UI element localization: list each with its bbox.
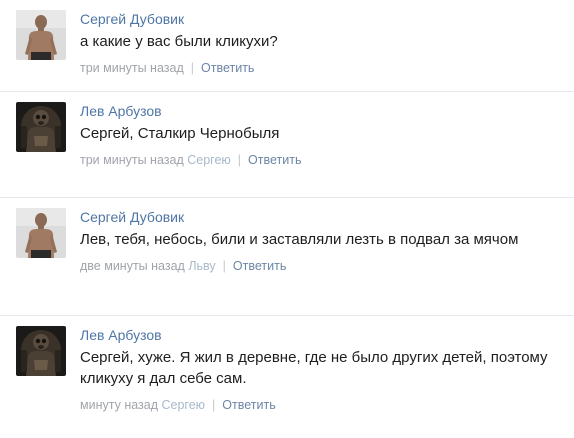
reply-button[interactable]: Ответить [222, 398, 275, 412]
author-name[interactable]: Сергей Дубовик [80, 10, 574, 28]
comment-time[interactable]: три минуты назад [80, 153, 184, 167]
meta-separator: | [190, 61, 194, 75]
comment-text: Сергей, хуже. Я жил в деревне, где не бы… [80, 349, 548, 387]
comment-time[interactable]: две минуты назад [80, 259, 185, 273]
comment-text: а какие у вас были кликухи? [80, 33, 278, 50]
comment-time[interactable]: минуту назад [80, 398, 158, 412]
comment-meta: две минуты назад Льву | Ответить [80, 258, 574, 274]
avatar[interactable] [16, 208, 66, 258]
avatar-stalker-soldier-icon [16, 102, 66, 152]
avatar-stalker-soldier-icon [16, 326, 66, 376]
reply-button[interactable]: Ответить [233, 259, 286, 273]
comment-text: Лев, тебя, небось, били и заставляли лез… [80, 231, 519, 248]
meta-separator: | [222, 259, 226, 273]
author-name[interactable]: Сергей Дубовик [80, 208, 574, 226]
comment-item: Сергей Дубовик Лев, тебя, небось, били и… [0, 198, 574, 316]
comments-list: Сергей Дубовик а какие у вас были кликух… [0, 0, 574, 438]
reply-to-name[interactable]: Сергею [162, 398, 206, 412]
reply-to-name[interactable]: Сергею [187, 153, 231, 167]
author-name[interactable]: Лев Арбузов [80, 102, 574, 120]
avatar[interactable] [16, 326, 66, 376]
comment-item: Сергей Дубовик а какие у вас были кликух… [0, 0, 574, 92]
comment-time[interactable]: три минуты назад [80, 61, 184, 75]
comment-meta: минуту назад Сергею | Ответить [80, 397, 574, 413]
comment-text: Сергей, Сталкир Чернобыля [80, 125, 280, 142]
reply-to-name[interactable]: Льву [188, 259, 215, 273]
meta-separator: | [212, 398, 216, 412]
avatar-shirtless-man-icon [16, 208, 66, 258]
avatar-shirtless-man-icon [16, 10, 66, 60]
comment-item: Лев Арбузов Сергей, Сталкир Чернобыля тр… [0, 92, 574, 198]
meta-separator: | [237, 153, 242, 167]
comment-meta: три минуты назад | Ответить [80, 60, 574, 76]
reply-button[interactable]: Ответить [248, 153, 301, 167]
avatar[interactable] [16, 102, 66, 152]
avatar[interactable] [16, 10, 66, 60]
reply-button[interactable]: Ответить [201, 61, 254, 75]
comment-item: Лев Арбузов Сергей, хуже. Я жил в деревн… [0, 316, 574, 438]
author-name[interactable]: Лев Арбузов [80, 326, 574, 344]
comment-meta: три минуты назад Сергею | Ответить [80, 152, 574, 168]
